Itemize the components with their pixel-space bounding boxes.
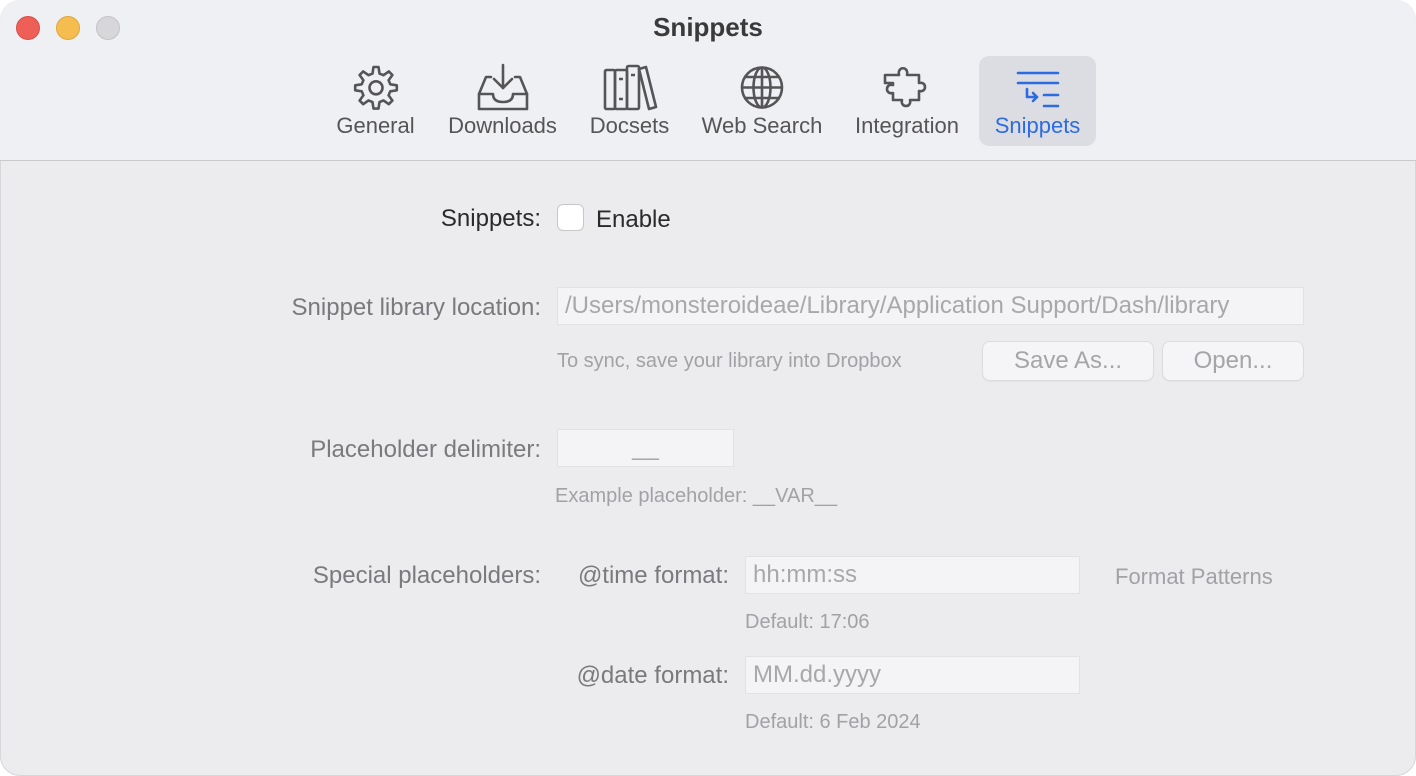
- placeholder-delimiter-label: Placeholder delimiter:: [310, 436, 541, 463]
- books-icon: [598, 62, 662, 112]
- time-format-label: @time format:: [577, 562, 729, 589]
- window-title: Snippets: [653, 12, 763, 42]
- snippets-label: Snippets:: [440, 205, 541, 232]
- time-default-hint: Default: 17:06: [745, 611, 870, 633]
- tab-general-label: General: [336, 113, 415, 138]
- example-placeholder-hint: Example placeholder: __VAR__: [555, 485, 838, 507]
- tab-downloads[interactable]: Downloads: [440, 56, 565, 146]
- time-format-field[interactable]: hh:mm:ss: [745, 556, 1080, 594]
- tab-integration[interactable]: Integration: [846, 56, 968, 146]
- tab-snippets[interactable]: Snippets: [979, 56, 1096, 146]
- settings-pane: Snippets: Enable Snippet library locatio…: [0, 161, 1416, 776]
- tab-docsets[interactable]: Docsets: [582, 56, 677, 146]
- tab-docsets-label: Docsets: [589, 113, 670, 138]
- tab-integration-label: Integration: [855, 113, 959, 138]
- enable-checkbox[interactable]: [557, 204, 584, 231]
- tab-downloads-label: Downloads: [448, 113, 557, 138]
- enable-checkbox-label[interactable]: Enable: [596, 206, 671, 234]
- library-location-label: Snippet library location:: [291, 294, 541, 321]
- preferences-window: Snippets General Downloads Docsets Web S…: [0, 0, 1416, 776]
- placeholder-delimiter-field[interactable]: __: [557, 429, 734, 467]
- snippets-icon: [1006, 62, 1070, 112]
- date-format-label: @date format:: [576, 662, 729, 689]
- save-as-button[interactable]: Save As...: [982, 341, 1154, 381]
- globe-icon: [730, 62, 794, 112]
- sync-hint: To sync, save your library into Dropbox: [557, 350, 902, 372]
- library-path-field[interactable]: /Users/monsteroideae/Library/Application…: [557, 287, 1304, 325]
- puzzle-icon: [875, 62, 939, 112]
- tab-general[interactable]: General: [328, 56, 423, 146]
- date-format-field[interactable]: MM.dd.yyyy: [745, 656, 1080, 694]
- special-placeholders-label: Special placeholders:: [312, 562, 541, 589]
- tab-snippets-label: Snippets: [994, 113, 1081, 138]
- tab-web-search[interactable]: Web Search: [694, 56, 830, 146]
- toolbar: Snippets General Downloads Docsets Web S…: [0, 0, 1416, 161]
- gear-icon: [344, 62, 408, 112]
- download-tray-icon: [471, 62, 535, 112]
- open-button[interactable]: Open...: [1162, 341, 1304, 381]
- tab-web-search-label: Web Search: [701, 113, 823, 138]
- format-patterns-link[interactable]: Format Patterns: [1115, 564, 1273, 590]
- date-default-hint: Default: 6 Feb 2024: [745, 711, 921, 733]
